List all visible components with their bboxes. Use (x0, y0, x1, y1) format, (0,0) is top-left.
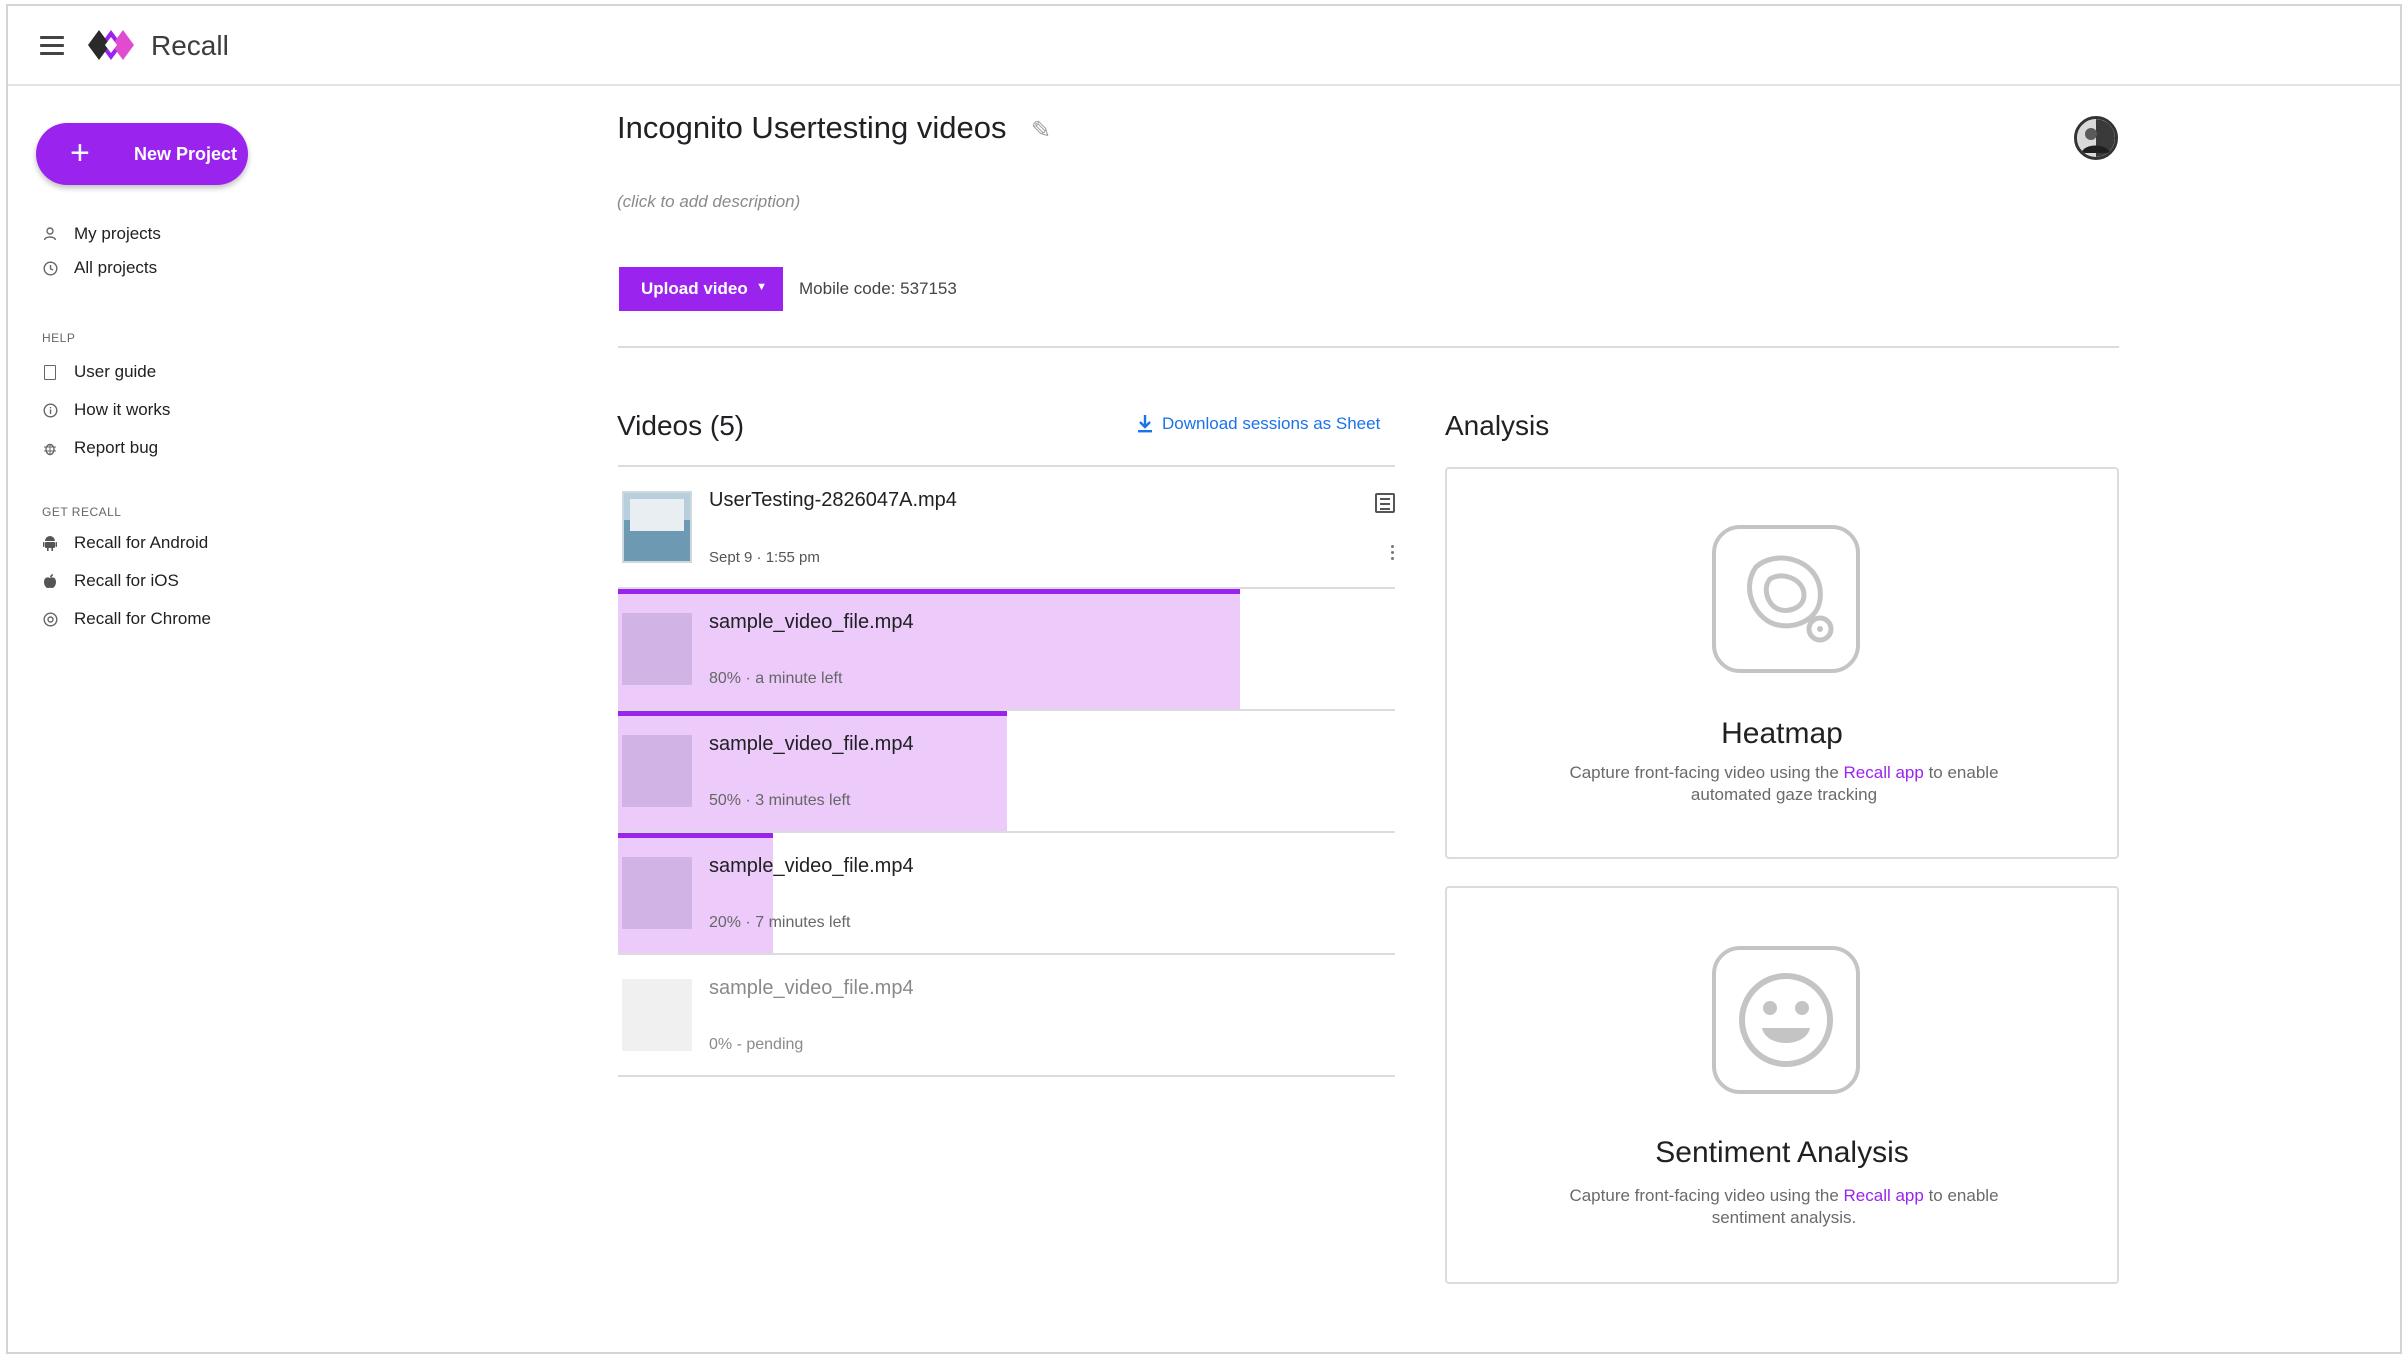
video-name[interactable]: UserTesting-2826047A.mp4 (709, 489, 957, 512)
sidebar-item-label: User guide (74, 362, 157, 381)
sidebar-item-label: My projects (74, 224, 161, 243)
sidebar-item-user-guide[interactable]: User guide (42, 358, 156, 386)
info-icon (42, 402, 58, 418)
video-row[interactable]: sample_video_file.mp4 50% · 3 minutes le… (618, 711, 1395, 833)
upload-progress-bar (618, 589, 1240, 594)
sentiment-description: Capture front-facing video using the Rec… (1569, 1186, 1999, 1227)
video-name[interactable]: sample_video_file.mp4 (709, 855, 914, 878)
new-project-button[interactable]: + New Project (36, 123, 248, 185)
menu-icon[interactable] (40, 36, 64, 56)
chrome-icon (42, 611, 58, 627)
divider (618, 346, 2119, 348)
mobile-code: Mobile code: 537153 (799, 279, 957, 298)
sidebar-item-report-bug[interactable]: Report bug (42, 434, 158, 462)
smiley-icon (1712, 946, 1860, 1094)
sidebar-item-android[interactable]: Recall for Android (42, 529, 208, 557)
app-title: Recall (151, 30, 229, 61)
sidebar-item-chrome[interactable]: Recall for Chrome (42, 605, 211, 633)
recall-app-link[interactable]: Recall app (1844, 763, 1924, 782)
upload-video-button[interactable]: Upload video ▼ (619, 267, 783, 311)
upload-status: 0% - pending (709, 1036, 804, 1053)
video-row[interactable]: sample_video_file.mp4 0% - pending (618, 955, 1395, 1077)
analysis-heading: Analysis (1445, 410, 1550, 441)
android-icon (42, 535, 58, 551)
upload-progress-bar (618, 833, 774, 838)
clock-icon (42, 260, 58, 276)
upload-status: 20% · 7 minutes left (709, 914, 851, 931)
sidebar-item-ios[interactable]: Recall for iOS (42, 567, 179, 595)
upload-video-label: Upload video (641, 279, 748, 298)
sidebar-item-label: All projects (74, 258, 158, 277)
video-thumbnail[interactable] (622, 491, 692, 563)
sidebar-item-label: Recall for iOS (74, 571, 179, 590)
video-thumbnail-placeholder (622, 857, 692, 929)
video-name[interactable]: sample_video_file.mp4 (709, 733, 914, 756)
bug-icon (42, 440, 58, 456)
sidebar-item-label: Recall for Chrome (74, 609, 211, 628)
recall-logo-icon (88, 30, 134, 60)
more-vert-icon[interactable] (1391, 545, 1395, 563)
video-name[interactable]: sample_video_file.mp4 (709, 611, 914, 634)
video-row[interactable]: UserTesting-2826047A.mp4 Sept 9 · 1:55 p… (618, 467, 1395, 589)
sidebar-item-label: How it works (74, 400, 171, 419)
sidebar-item-how-it-works[interactable]: How it works (42, 396, 170, 424)
sentiment-analysis-card[interactable]: Sentiment Analysis Capture front-facing … (1445, 886, 2119, 1284)
heatmap-icon (1712, 525, 1860, 673)
edit-pencil-icon[interactable]: ✎ (1031, 116, 1051, 145)
chevron-down-icon: ▼ (756, 281, 767, 293)
sidebar-item-label: Report bug (74, 438, 159, 457)
heatmap-card[interactable]: Heatmap Capture front-facing video using… (1445, 467, 2119, 859)
sidebar-item-my-projects[interactable]: My projects (42, 220, 161, 248)
download-sessions-link[interactable]: Download sessions as Sheet (1136, 414, 1380, 434)
upload-progress-fill (618, 589, 1240, 709)
download-icon (1138, 415, 1152, 433)
heatmap-description: Capture front-facing video using the Rec… (1569, 763, 1999, 804)
app-window: Recall + New Project My projects All pro… (6, 4, 2402, 1354)
upload-status: 50% · 3 minutes left (709, 792, 851, 809)
video-meta: Sept 9 · 1:55 pm (709, 549, 820, 566)
apple-icon (42, 573, 58, 589)
video-row[interactable]: sample_video_file.mp4 80% · a minute lef… (618, 589, 1395, 711)
plus-icon: + (70, 134, 90, 172)
transcript-icon[interactable] (1375, 493, 1395, 513)
project-description[interactable]: (click to add description) (617, 192, 800, 212)
videos-heading: Videos (5) (617, 410, 745, 441)
video-thumbnail-placeholder (622, 735, 692, 807)
top-bar: Recall (8, 6, 2400, 86)
heatmap-title: Heatmap (1721, 717, 1843, 750)
video-row[interactable]: sample_video_file.mp4 20% · 7 minutes le… (618, 833, 1395, 955)
video-thumbnail-placeholder (622, 613, 692, 685)
avatar[interactable] (2074, 116, 2118, 160)
person-icon (42, 226, 58, 242)
document-icon (42, 364, 58, 380)
recall-app-link[interactable]: Recall app (1844, 1186, 1924, 1205)
help-heading: HELP (42, 331, 76, 345)
download-sessions-label: Download sessions as Sheet (1162, 414, 1381, 433)
sidebar-item-all-projects[interactable]: All projects (42, 254, 157, 282)
video-name[interactable]: sample_video_file.mp4 (709, 977, 914, 1000)
video-thumbnail-placeholder (622, 979, 692, 1051)
get-recall-heading: GET RECALL (42, 505, 122, 519)
sentiment-title: Sentiment Analysis (1655, 1136, 1909, 1169)
project-title[interactable]: Incognito Usertesting videos (617, 110, 1006, 146)
upload-progress-bar (618, 711, 1007, 716)
upload-status: 80% · a minute left (709, 670, 843, 687)
new-project-label: New Project (134, 144, 238, 164)
sidebar-item-label: Recall for Android (74, 533, 209, 552)
